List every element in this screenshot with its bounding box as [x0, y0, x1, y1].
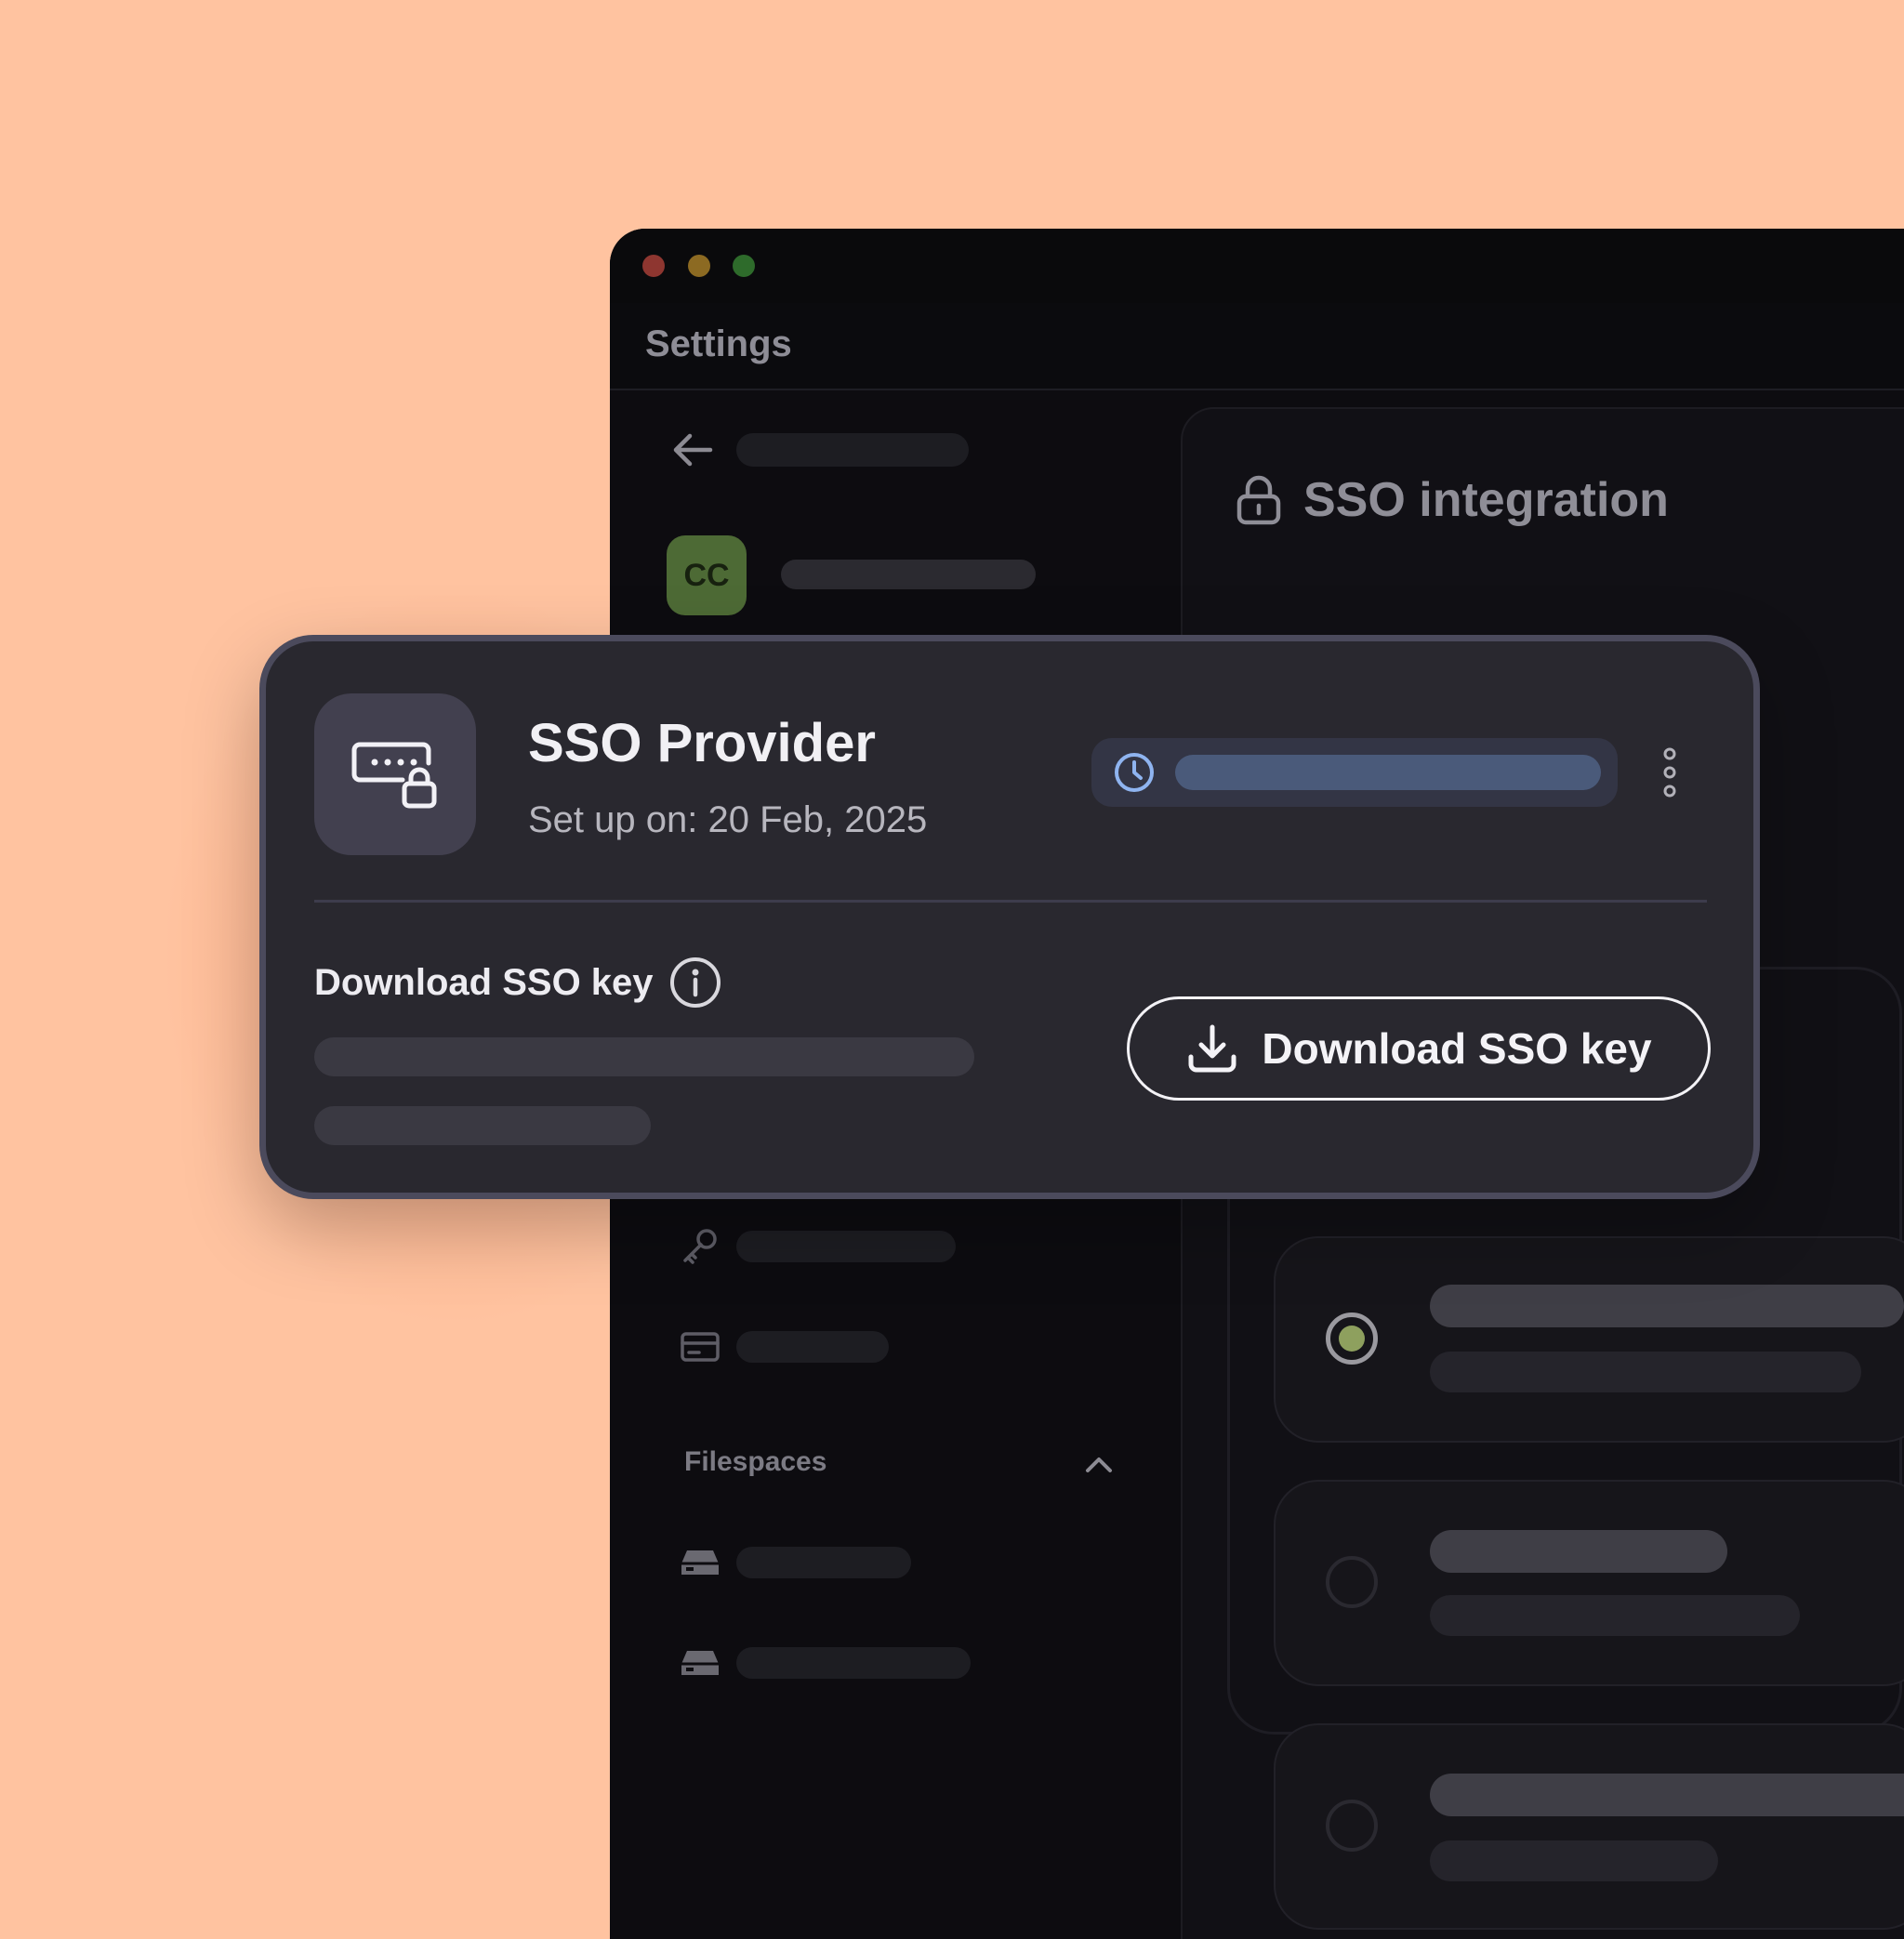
- option-card[interactable]: [1274, 1480, 1904, 1686]
- card-divider: [314, 900, 1707, 903]
- avatar[interactable]: CC: [667, 535, 747, 615]
- filespace-item-placeholder[interactable]: [736, 1547, 911, 1578]
- option-card[interactable]: [1274, 1723, 1904, 1930]
- download-sso-key-button[interactable]: Download SSO key: [1127, 996, 1711, 1101]
- option-radio[interactable]: [1326, 1556, 1378, 1608]
- back-label-placeholder: [736, 433, 969, 467]
- status-text-placeholder: [1175, 755, 1601, 790]
- description-placeholder: [314, 1037, 974, 1076]
- setup-date: Set up on: 20 Feb, 2025: [528, 799, 928, 840]
- maximize-window-button[interactable]: [733, 255, 755, 277]
- password-lock-icon: [351, 742, 437, 809]
- option-radio[interactable]: [1326, 1800, 1378, 1852]
- main-title-text: SSO integration: [1303, 473, 1669, 527]
- clock-icon: [1115, 753, 1154, 792]
- download-icon: [1188, 1024, 1236, 1073]
- option-description-placeholder: [1430, 1352, 1861, 1392]
- close-window-button[interactable]: [642, 255, 665, 277]
- hard-drive-icon[interactable]: [679, 1642, 721, 1684]
- org-name-placeholder: [781, 560, 1036, 589]
- download-section-label: Download SSO key: [314, 956, 722, 1009]
- filespace-item-placeholder[interactable]: [736, 1647, 971, 1679]
- provider-name: SSO Provider: [528, 713, 876, 773]
- chevron-up-icon[interactable]: [1082, 1450, 1116, 1478]
- option-title-placeholder: [1430, 1774, 1904, 1816]
- arrow-left-icon[interactable]: [669, 429, 716, 470]
- nav-item-placeholder[interactable]: [736, 1331, 889, 1363]
- filespaces-section-label: Filespaces: [684, 1446, 827, 1477]
- minimize-window-button[interactable]: [688, 255, 710, 277]
- option-card[interactable]: [1274, 1236, 1904, 1443]
- page-title: Settings: [645, 323, 792, 364]
- option-description-placeholder: [1430, 1595, 1800, 1636]
- header-bar: Settings: [610, 303, 1904, 390]
- status-pill: [1091, 738, 1618, 807]
- nav-item-placeholder[interactable]: [736, 1231, 956, 1262]
- hard-drive-icon[interactable]: [679, 1541, 721, 1584]
- option-radio-selected[interactable]: [1326, 1312, 1378, 1365]
- option-title-placeholder: [1430, 1530, 1727, 1573]
- info-icon[interactable]: [668, 956, 722, 1009]
- key-icon[interactable]: [679, 1225, 721, 1268]
- lock-icon: [1236, 475, 1281, 525]
- sso-provider-card: SSO Provider Set up on: 20 Feb, 2025 Dow…: [259, 635, 1760, 1199]
- option-description-placeholder: [1430, 1840, 1718, 1881]
- option-title-placeholder: [1430, 1285, 1904, 1327]
- more-vertical-icon[interactable]: [1660, 740, 1679, 805]
- main-title: SSO integration: [1235, 472, 1669, 528]
- download-button-label: Download SSO key: [1262, 1024, 1652, 1073]
- title-bar: [610, 229, 1904, 303]
- provider-icon-tile: [314, 693, 476, 855]
- download-label: Download SSO key: [314, 961, 654, 1003]
- description-placeholder: [314, 1106, 651, 1145]
- credit-card-icon[interactable]: [679, 1326, 721, 1368]
